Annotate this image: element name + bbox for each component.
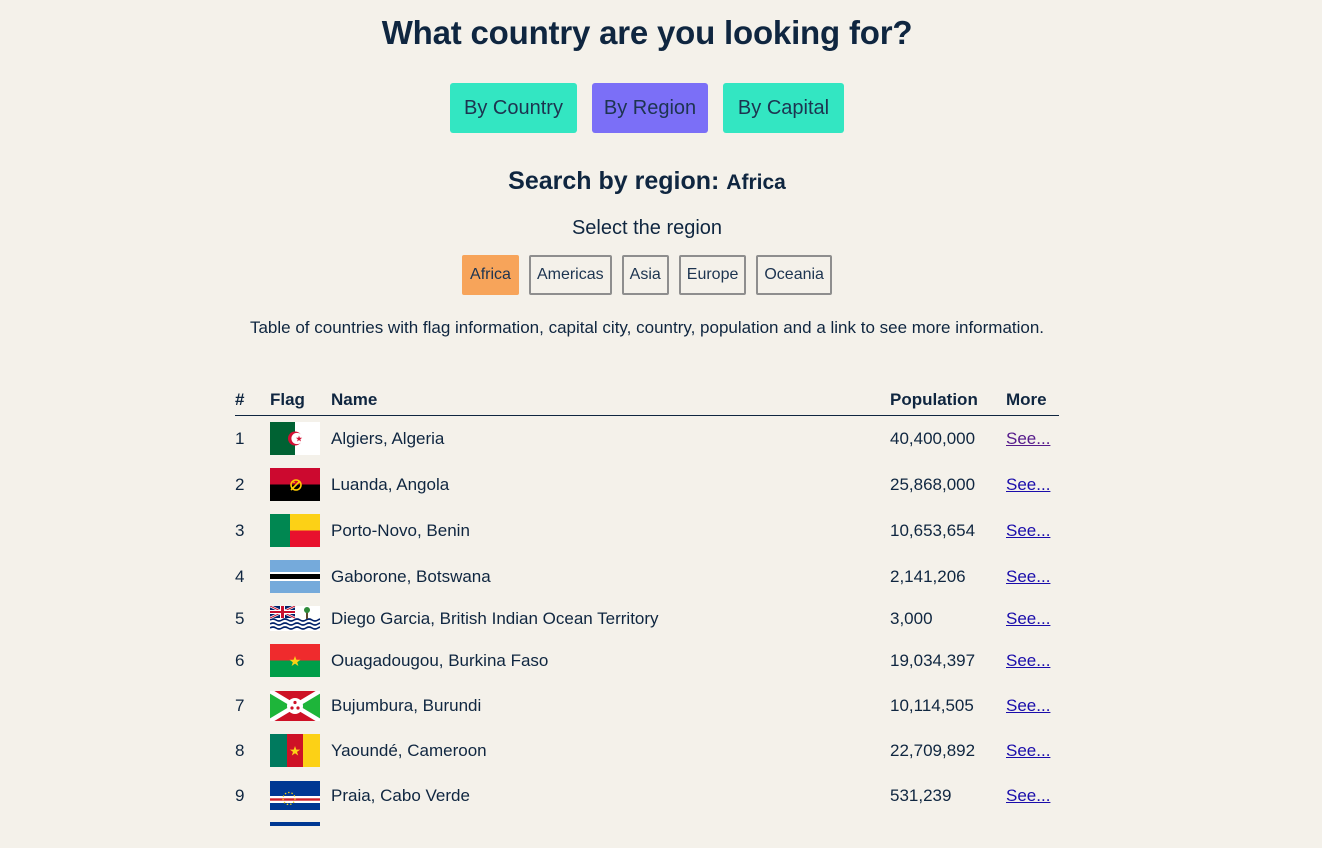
table-row: 2 Luanda, Angola 25,868,000 See... — [235, 462, 1059, 508]
by-capital-button[interactable]: By Capital — [723, 83, 844, 133]
region-button-americas[interactable]: Americas — [528, 255, 612, 295]
row-name: Yaoundé, Cameroon — [331, 740, 487, 760]
partial-flag-icon — [270, 821, 320, 826]
algeria-flag-icon — [270, 422, 320, 456]
table-row: 8 Yaoundé, Cameroon 22,709,892 See... — [235, 728, 1059, 774]
row-more: See... — [1006, 638, 1059, 684]
row-index — [235, 818, 270, 848]
cabo-verde-flag-icon — [270, 781, 320, 810]
row-flag — [270, 728, 331, 774]
see-more-link[interactable]: See... — [1006, 521, 1050, 540]
header-name: Name — [331, 387, 890, 416]
table-row: 6 Ouagadougou, Burkina Faso 19,034,397 S… — [235, 638, 1059, 684]
row-index: 2 — [235, 474, 245, 494]
search-mode-bar: By Country By Region By Capital — [0, 83, 1294, 133]
row-more: See... — [1006, 508, 1059, 554]
row-flag — [270, 684, 331, 728]
row-population: 531,239 — [890, 785, 952, 805]
cameroon-flag-icon — [270, 734, 320, 767]
see-more-link[interactable]: See... — [1006, 651, 1050, 670]
row-more: See... — [1006, 462, 1059, 508]
row-index: 7 — [235, 695, 245, 715]
header-population: Population — [890, 387, 1006, 416]
table-row: 4 Gaborone, Botswana 2,141,206 See... — [235, 554, 1059, 600]
row-flag — [270, 600, 331, 638]
row-index: 5 — [235, 608, 245, 628]
search-heading-label: Search by region: — [508, 167, 720, 195]
row-population: 3,000 — [890, 608, 933, 628]
row-population: 22,709,892 — [890, 740, 976, 760]
row-flag — [270, 462, 331, 508]
botswana-flag-icon — [270, 560, 320, 593]
burundi-flag-icon — [270, 690, 320, 721]
see-more-link[interactable]: See... — [1006, 567, 1050, 586]
row-name: Praia, Cabo Verde — [331, 785, 470, 805]
row-flag — [270, 638, 331, 684]
region-button-oceania[interactable]: Oceania — [756, 255, 832, 295]
row-name: Porto-Novo, Benin — [331, 520, 470, 540]
row-more: See... — [1006, 774, 1059, 818]
header-index: # — [235, 387, 270, 416]
table-row: 9 Praia, Cabo Verde 531,239 See... — [235, 774, 1059, 818]
row-population: 10,653,654 — [890, 520, 976, 540]
table-row: 3 Porto-Novo, Benin 10,653,654 See... — [235, 508, 1059, 554]
row-more: See... — [1006, 600, 1059, 638]
see-more-link[interactable]: See... — [1006, 475, 1050, 494]
row-index: 8 — [235, 740, 245, 760]
row-name: Diego Garcia, British Indian Ocean Terri… — [331, 608, 659, 628]
row-name: Algiers, Algeria — [331, 428, 445, 448]
row-flag — [270, 416, 331, 462]
row-population: 40,400,000 — [890, 428, 976, 448]
see-more-link[interactable]: See... — [1006, 429, 1050, 448]
row-population: 25,868,000 — [890, 474, 976, 494]
row-index: 6 — [235, 650, 245, 670]
table-row — [235, 818, 1059, 848]
row-flag — [270, 818, 331, 848]
table-row: 5 Diego Garcia, British Indian Ocean Ter… — [235, 600, 1059, 638]
row-name: Gaborone, Botswana — [331, 566, 491, 586]
row-more: See... — [1006, 728, 1059, 774]
region-selector: Africa Americas Asia Europe Oceania — [0, 255, 1294, 295]
table-header-row: # Flag Name Population More — [235, 387, 1059, 416]
angola-flag-icon — [270, 468, 320, 501]
region-button-asia[interactable]: Asia — [621, 255, 669, 295]
row-flag — [270, 554, 331, 600]
search-heading: Search by region: Africa — [0, 167, 1294, 196]
row-index: 9 — [235, 785, 245, 805]
header-flag: Flag — [270, 387, 331, 416]
countries-table: # Flag Name Population More 1 Algiers, A… — [235, 387, 1059, 848]
table-row: 7 Bujumbura, Burundi 10,114,505 See... — [235, 684, 1059, 728]
see-more-link[interactable]: See... — [1006, 786, 1050, 805]
page-title: What country are you looking for? — [381, 14, 913, 51]
see-more-link[interactable]: See... — [1006, 696, 1050, 715]
table-caption: Table of countries with flag information… — [249, 318, 1045, 337]
row-index: 1 — [235, 428, 245, 448]
row-flag — [270, 774, 331, 818]
region-button-africa[interactable]: Africa — [462, 255, 519, 295]
row-more: See... — [1006, 554, 1059, 600]
see-more-link[interactable]: See... — [1006, 741, 1050, 760]
row-flag — [270, 508, 331, 554]
benin-flag-icon — [270, 514, 320, 547]
row-index: 3 — [235, 520, 245, 540]
burkina-faso-flag-icon — [270, 644, 320, 677]
row-population: 19,034,397 — [890, 650, 976, 670]
header-more: More — [1006, 387, 1059, 416]
row-population: 10,114,505 — [890, 695, 974, 715]
see-more-link[interactable]: See... — [1006, 609, 1050, 628]
table-row: 1 Algiers, Algeria 40,400,000 See... — [235, 416, 1059, 462]
row-name: Ouagadougou, Burkina Faso — [331, 650, 549, 670]
row-population: 2,141,206 — [890, 566, 966, 586]
select-region-label: Select the region — [571, 217, 723, 239]
row-more: See... — [1006, 684, 1059, 728]
british-indian-ocean-territory-flag-icon — [270, 606, 320, 631]
row-more: See... — [1006, 416, 1059, 462]
region-button-europe[interactable]: Europe — [678, 255, 747, 295]
row-name: Luanda, Angola — [331, 474, 450, 494]
by-region-button[interactable]: By Region — [592, 83, 708, 133]
by-country-button[interactable]: By Country — [450, 83, 577, 133]
row-name: Bujumbura, Burundi — [331, 695, 482, 715]
selected-region-value: Africa — [726, 171, 786, 194]
row-index: 4 — [235, 566, 245, 586]
